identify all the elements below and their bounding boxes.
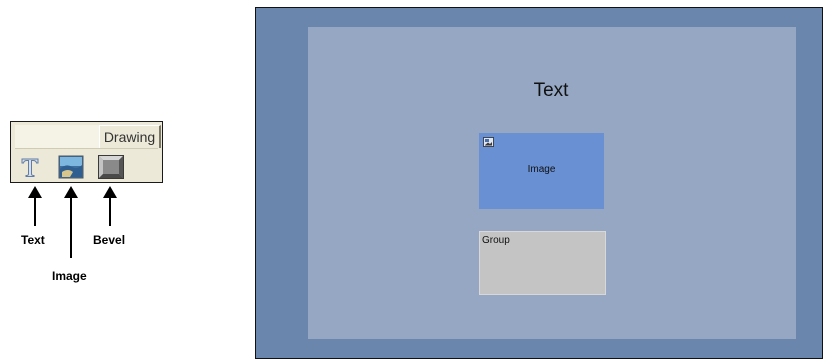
- text-tool-button[interactable]: [17, 155, 43, 179]
- image-pointer-arrow: [64, 186, 78, 258]
- group-element[interactable]: Group: [479, 231, 606, 295]
- bevel-callout: Bevel: [93, 233, 126, 247]
- drawing-toolbar: Drawing: [10, 121, 163, 183]
- text-callout: Text: [21, 233, 45, 247]
- image-element[interactable]: Image: [479, 133, 604, 209]
- image-element-label: Image: [527, 164, 556, 175]
- image-tool-button[interactable]: [58, 155, 84, 179]
- bevel-pointer-arrow: [103, 186, 117, 226]
- bevel-tool-icon: [98, 155, 124, 179]
- tab-drawing[interactable]: Drawing: [99, 125, 161, 148]
- group-element-label: Group: [482, 235, 510, 246]
- text-pointer-arrow: [28, 186, 42, 226]
- image-tool-icon: [58, 155, 84, 179]
- bevel-tool-button[interactable]: [98, 155, 124, 179]
- text-element[interactable]: Text: [516, 80, 586, 102]
- image-placeholder-icon: [483, 137, 494, 147]
- image-callout: Image: [52, 269, 87, 283]
- tab-strip: Drawing: [15, 125, 161, 149]
- design-canvas[interactable]: Text Image Group: [255, 7, 823, 359]
- canvas-panel[interactable]: Text Image Group: [308, 27, 796, 339]
- text-tool-icon: [21, 158, 39, 177]
